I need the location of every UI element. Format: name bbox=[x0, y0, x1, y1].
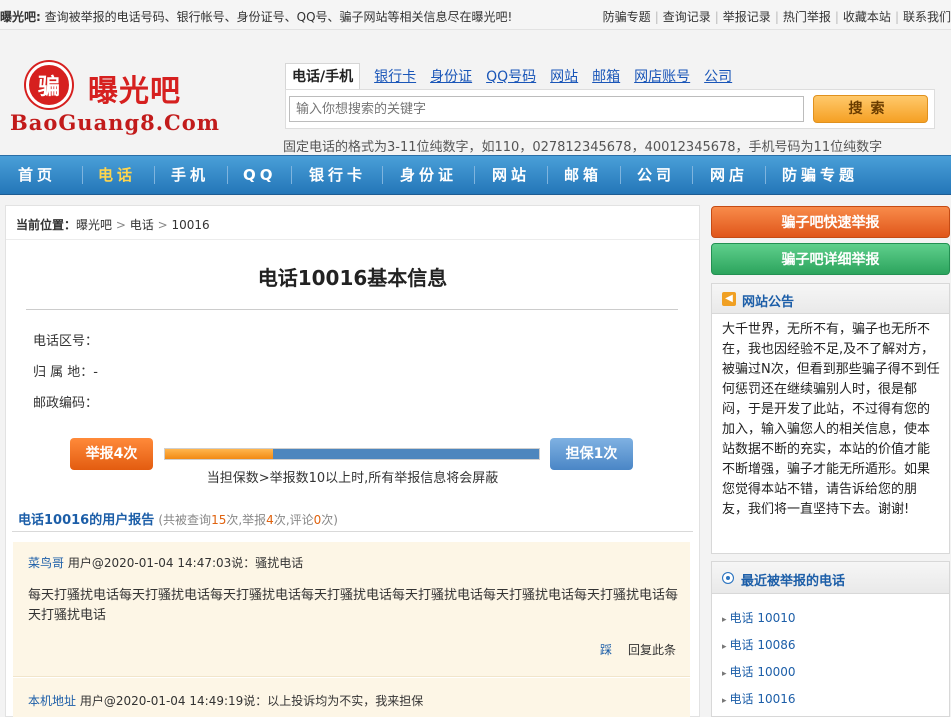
breadcrumb-category[interactable]: 电话 bbox=[130, 218, 154, 232]
recent-title: 最近被举报的电话 bbox=[741, 574, 846, 589]
nav-shop[interactable]: 网店 bbox=[710, 156, 748, 194]
notice-body: 大千世界，无所不有，骗子也无所不在，我也因经验不足,及不了解对方，被骗过N次，但… bbox=[722, 322, 940, 517]
recent-item[interactable]: ▸ 电话 10086 bbox=[722, 636, 796, 653]
main-content: 当前位置：曝光吧 > 电话 > 10016 电话10016基本信息 电话区号： … bbox=[5, 205, 700, 717]
logo-cn-text: 曝光吧 bbox=[88, 74, 181, 109]
report-count: 4 bbox=[266, 513, 274, 527]
search-tab-id-card[interactable]: 身份证 bbox=[430, 64, 472, 90]
top-tip-text: 查询被举报的电话号码、银行帐号、身份证号、QQ号、骗子网站等相关信息尽在曝光吧! bbox=[44, 10, 513, 24]
report-body: 每天打骚扰电话每天打骚扰电话每天打骚扰电话每天打骚扰电话每天打骚扰电话每天打骚扰… bbox=[28, 588, 679, 623]
area-code: 电话区号： bbox=[33, 334, 99, 349]
logo-badge-icon: 骗 bbox=[26, 62, 72, 108]
reply-button[interactable]: 回复此条 bbox=[628, 643, 676, 657]
nav-email[interactable]: 邮箱 bbox=[564, 156, 602, 194]
breadcrumb-sep: > bbox=[115, 218, 126, 232]
top-link-query-history[interactable]: 查询记录 bbox=[663, 10, 711, 24]
zipcode: 邮政编码： bbox=[33, 396, 99, 411]
top-link-hot-reports[interactable]: 热门举报 bbox=[783, 10, 831, 24]
report-ratio-fill bbox=[165, 449, 274, 459]
nav-mobile[interactable]: 手机 bbox=[171, 156, 209, 194]
recent-item[interactable]: ▸ 电话 10000 bbox=[722, 663, 796, 680]
site-notice: ◀ 网站公告 大千世界，无所不有，骗子也无所不在，我也因经验不足,及不了解对方，… bbox=[711, 283, 950, 554]
search-tab-shop[interactable]: 网店账号 bbox=[634, 64, 690, 90]
arrow-right-icon: ▸ bbox=[722, 669, 727, 679]
breadcrumb-sep: > bbox=[157, 218, 168, 232]
arrow-right-icon: ▸ bbox=[722, 642, 727, 652]
top-link-bookmark[interactable]: 收藏本站 bbox=[843, 10, 891, 24]
step-button[interactable]: 踩 bbox=[600, 643, 612, 657]
report-user: 本机地址 用户@2020-01-04 14:49:19说：以上投诉均为不实，我来… bbox=[28, 692, 423, 709]
page-title: 电话10016基本信息 bbox=[257, 266, 448, 290]
speaker-icon: ◀ bbox=[722, 292, 736, 306]
report-actions: 踩 回复此条 bbox=[600, 641, 676, 658]
recent-item[interactable]: ▸ 电话 10016 bbox=[722, 690, 796, 707]
nav-bank-card[interactable]: 银行卡 bbox=[309, 156, 366, 194]
top-link-anti-fraud[interactable]: 防骗专题 bbox=[603, 10, 651, 24]
reports-header: 电话10016的用户报告 (共被查询15次,举报4次,评论0次) bbox=[18, 509, 338, 528]
detail-report-button[interactable]: 骗子吧详细举报 bbox=[711, 243, 950, 275]
report-user: 菜鸟哥 用户@2020-01-04 14:47:03说：骚扰电话 bbox=[28, 554, 303, 571]
logo-en-text: BaoGuang8.Com bbox=[10, 110, 220, 135]
arrow-right-icon: ▸ bbox=[722, 615, 727, 625]
recent-reports: 最近被举报的电话 ▸ 电话 10010 ▸ 电话 10086 ▸ 电话 10000 ▸… bbox=[711, 561, 950, 717]
breadcrumb-home[interactable]: 曝光吧 bbox=[76, 218, 112, 232]
reports-summary: (共被查询15次,举报4次,评论0次) bbox=[158, 513, 338, 527]
location: 归 属 地：- bbox=[33, 365, 98, 380]
report-meta: 用户@2020-01-04 14:49:19说：以上投诉均为不实，我来担保 bbox=[76, 694, 424, 708]
top-links: 防骗专题 | 查询记录 | 举报记录 | 热门举报 | 收藏本站 | 联系我们 bbox=[602, 10, 951, 24]
search-tab-company[interactable]: 公司 bbox=[704, 64, 732, 90]
search-box: 搜索 bbox=[285, 89, 935, 129]
search-hint: 固定电话的格式为3-11位纯数字，如110，027812345678，40012… bbox=[283, 140, 883, 155]
guarantee-count-button[interactable]: 担保1次 bbox=[550, 438, 633, 470]
report-item: 本机地址 用户@2020-01-04 14:49:19说：以上投诉均为不实，我来… bbox=[13, 678, 690, 717]
report-ratio-bar bbox=[164, 448, 540, 460]
search-tab-website[interactable]: 网站 bbox=[550, 64, 578, 90]
reports-title: 电话10016的用户报告 bbox=[18, 513, 155, 528]
search-tab-email[interactable]: 邮箱 bbox=[592, 64, 620, 90]
arrow-right-icon: ▸ bbox=[722, 696, 727, 706]
report-count-button[interactable]: 举报4次 bbox=[70, 438, 153, 470]
search-input[interactable] bbox=[289, 96, 804, 122]
report-meta: 用户@2020-01-04 14:47:03说：骚扰电话 bbox=[64, 556, 304, 570]
recent-header: 最近被举报的电话 bbox=[712, 562, 949, 594]
top-site-name: 曝光吧: bbox=[0, 10, 41, 24]
search-tab-bank-card[interactable]: 银行卡 bbox=[374, 64, 416, 90]
nav-id-card[interactable]: 身份证 bbox=[400, 156, 457, 194]
nav-qq[interactable]: QQ bbox=[243, 156, 277, 194]
notice-title: 网站公告 bbox=[742, 295, 795, 310]
nav-anti-fraud[interactable]: 防骗专题 bbox=[782, 156, 858, 194]
top-bar: 曝光吧: 查询被举报的电话号码、银行帐号、身份证号、QQ号、骗子网站等相关信息尽… bbox=[0, 0, 951, 30]
quick-report-button[interactable]: 骗子吧快速举报 bbox=[711, 206, 950, 238]
top-link-report-history[interactable]: 举报记录 bbox=[723, 10, 771, 24]
report-user-name[interactable]: 菜鸟哥 bbox=[28, 556, 64, 570]
nav-company[interactable]: 公司 bbox=[637, 156, 675, 194]
search-tab-phone[interactable]: 电话/手机 bbox=[285, 63, 361, 90]
main-nav: 首页 电话 手机 QQ 银行卡 身份证 网站 邮箱 公司 网店 防骗专题 bbox=[0, 155, 951, 195]
bullet-icon bbox=[722, 572, 734, 584]
breadcrumb-label: 当前位置： bbox=[16, 218, 77, 232]
nav-home[interactable]: 首页 bbox=[18, 156, 56, 194]
search-tab-qq[interactable]: QQ号码 bbox=[486, 64, 536, 90]
header: 骗 曝光吧 BaoGuang8.Com 电话/手机 银行卡 身份证 QQ号码 网站 邮箱网… bbox=[0, 30, 951, 155]
recent-item[interactable]: ▸ 电话 10010 bbox=[722, 609, 796, 626]
notice-header: ◀ 网站公告 bbox=[712, 284, 949, 314]
search-button[interactable]: 搜索 bbox=[813, 95, 928, 123]
site-logo[interactable]: 骗 曝光吧 BaoGuang8.Com bbox=[10, 60, 219, 140]
query-count: 15 bbox=[211, 513, 227, 527]
breadcrumb: 当前位置：曝光吧 > 电话 > 10016 bbox=[16, 216, 210, 233]
search-tabs: 电话/手机 银行卡 身份证 QQ号码 网站 邮箱 网店账号 公司 bbox=[285, 63, 746, 90]
breadcrumb-current: 10016 bbox=[171, 218, 210, 232]
report-user-name[interactable]: 本机地址 bbox=[28, 694, 76, 708]
top-link-contact[interactable]: 联系我们 bbox=[903, 10, 951, 24]
ratio-note: 当担保数>举报数10以上时,所有举报信息将会屏蔽 bbox=[206, 471, 499, 486]
nav-website[interactable]: 网站 bbox=[492, 156, 530, 194]
report-item: 菜鸟哥 用户@2020-01-04 14:47:03说：骚扰电话 每天打骚扰电话… bbox=[13, 542, 690, 677]
top-tip: 曝光吧: 查询被举报的电话号码、银行帐号、身份证号、QQ号、骗子网站等相关信息尽… bbox=[0, 8, 512, 25]
nav-phone[interactable]: 电话 bbox=[98, 156, 136, 194]
